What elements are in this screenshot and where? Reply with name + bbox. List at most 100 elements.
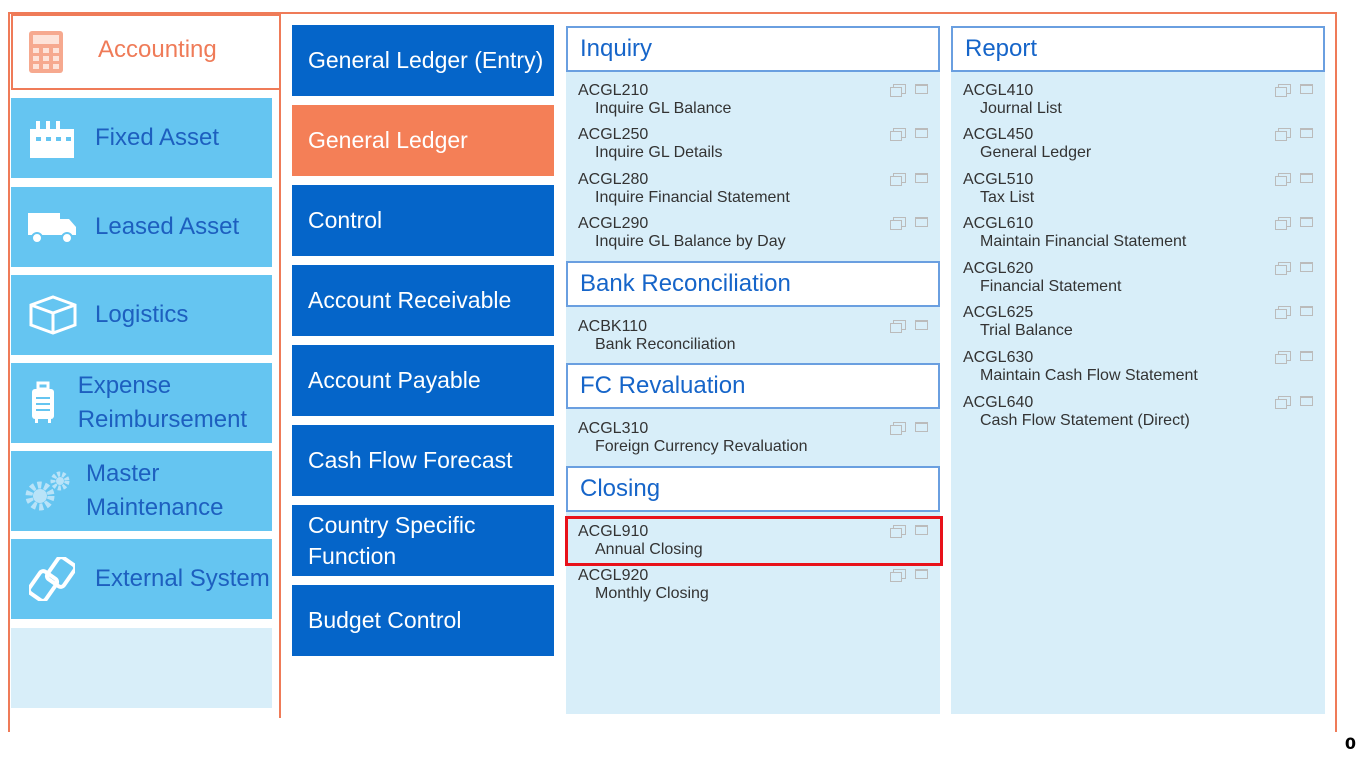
open-new-window-icon[interactable] — [890, 569, 906, 582]
category-country-specific-function[interactable]: Country Specific Function — [292, 505, 554, 576]
calculator-icon — [28, 30, 64, 79]
nav-item-label: Master Maintenance — [86, 460, 224, 521]
function-name: Inquire GL Details — [595, 144, 723, 161]
folder-icon[interactable] — [915, 128, 928, 138]
function-code: ACGL510 — [963, 171, 1034, 188]
open-new-window-icon[interactable] — [890, 422, 906, 435]
nav-item-logistics[interactable]: Logistics — [11, 275, 272, 355]
factory-icon — [21, 113, 83, 163]
nav-item-expense-reimbursement[interactable]: Expense Reimbursement — [11, 363, 272, 443]
nav-item-label: Expense Reimbursement — [77, 372, 248, 433]
folder-icon[interactable] — [1300, 396, 1313, 406]
function-code: ACGL625 — [963, 304, 1034, 321]
open-new-window-icon[interactable] — [1275, 128, 1291, 141]
category-account-payable[interactable]: Account Payable — [292, 345, 554, 416]
function-entry[interactable]: ACGL210 Inquire GL Balance — [566, 82, 940, 126]
function-entry[interactable]: ACGL250 Inquire GL Details — [566, 126, 940, 170]
category-cash-flow-forecast[interactable]: Cash Flow Forecast — [292, 425, 554, 496]
open-new-window-icon[interactable] — [1275, 351, 1291, 364]
box-icon — [21, 290, 83, 340]
nav-item-label: External System — [95, 565, 270, 592]
function-name: Monthly Closing — [595, 585, 709, 602]
section-header-inquiry: Inquiry — [566, 26, 940, 72]
link-icon — [21, 554, 83, 604]
category-account-receivable[interactable]: Account Receivable — [292, 265, 554, 336]
function-entry[interactable]: ACGL280 Inquire Financial Statement — [566, 171, 940, 215]
function-panel-report: Report ACGL410 Journal List ACGL450 Gene… — [951, 26, 1325, 714]
open-new-window-icon[interactable] — [890, 173, 906, 186]
function-code: ACGL630 — [963, 349, 1034, 366]
folder-icon[interactable] — [915, 320, 928, 330]
function-name: Trial Balance — [980, 322, 1073, 339]
function-name: Bank Reconciliation — [595, 336, 736, 353]
category-general-ledger-entry[interactable]: General Ledger (Entry) — [292, 25, 554, 96]
open-new-window-icon[interactable] — [1275, 217, 1291, 230]
function-entry[interactable]: ACGL640 Cash Flow Statement (Direct) — [951, 394, 1325, 438]
function-entry[interactable]: ACGL625 Trial Balance — [951, 304, 1325, 348]
category-budget-control[interactable]: Budget Control — [292, 585, 554, 656]
section-header-report: Report — [951, 26, 1325, 72]
function-entry[interactable]: ACGL290 Inquire GL Balance by Day — [566, 215, 940, 259]
function-name: Maintain Cash Flow Statement — [980, 367, 1198, 384]
function-code: ACGL210 — [578, 82, 649, 99]
nav-item-accounting[interactable]: Accounting — [11, 14, 281, 90]
divider — [11, 88, 281, 90]
folder-icon[interactable] — [915, 173, 928, 183]
function-name: Maintain Financial Statement — [980, 233, 1187, 250]
section-header-bank-reconciliation: Bank Reconciliation — [566, 261, 940, 307]
open-new-window-icon[interactable] — [1275, 84, 1291, 97]
folder-icon[interactable] — [1300, 217, 1313, 227]
function-code: ACBK110 — [578, 318, 648, 335]
nav-item-master-maintenance[interactable]: Master Maintenance — [11, 451, 272, 531]
open-new-window-icon[interactable] — [1275, 396, 1291, 409]
nav-item-label: Accounting — [98, 36, 217, 63]
nav-item-label: Fixed Asset — [95, 124, 220, 151]
function-name: Inquire GL Balance by Day — [595, 233, 786, 250]
function-entry[interactable]: ACBK110 Bank Reconciliation — [566, 318, 940, 362]
function-code: ACGL610 — [963, 215, 1034, 232]
function-entry[interactable]: ACGL620 Financial Statement — [951, 260, 1325, 304]
folder-icon[interactable] — [915, 217, 928, 227]
category-control[interactable]: Control — [292, 185, 554, 256]
folder-icon[interactable] — [1300, 128, 1313, 138]
folder-icon[interactable] — [915, 422, 928, 432]
function-name: Journal List — [980, 100, 1062, 117]
folder-icon[interactable] — [1300, 351, 1313, 361]
open-new-window-icon[interactable] — [890, 128, 906, 141]
nav-item-leased-asset[interactable]: Leased Asset — [11, 187, 272, 267]
function-name: Cash Flow Statement (Direct) — [980, 412, 1190, 429]
folder-icon[interactable] — [915, 84, 928, 94]
open-new-window-icon[interactable] — [890, 217, 906, 230]
function-name: General Ledger — [980, 144, 1092, 161]
open-new-window-icon[interactable] — [890, 320, 906, 333]
section-header-closing: Closing — [566, 466, 940, 512]
nav-item-label: Logistics — [95, 301, 189, 328]
folder-icon[interactable] — [1300, 262, 1313, 272]
function-code: ACGL920 — [578, 567, 649, 584]
function-code: ACGL410 — [963, 82, 1034, 99]
open-new-window-icon[interactable] — [1275, 173, 1291, 186]
folder-icon[interactable] — [1300, 173, 1313, 183]
function-code: ACGL640 — [963, 394, 1034, 411]
nav-item-fixed-asset[interactable]: Fixed Asset — [11, 98, 272, 178]
function-entry[interactable]: ACGL410 Journal List — [951, 82, 1325, 126]
function-code: ACGL290 — [578, 215, 649, 232]
folder-icon[interactable] — [1300, 84, 1313, 94]
function-entry[interactable]: ACGL510 Tax List — [951, 171, 1325, 215]
nav-item-external-system[interactable]: External System — [11, 539, 272, 619]
luggage-icon — [21, 378, 66, 428]
category-general-ledger[interactable]: General Ledger — [292, 105, 554, 176]
gears-icon — [21, 466, 74, 516]
function-entry[interactable]: ACGL630 Maintain Cash Flow Statement — [951, 349, 1325, 393]
open-new-window-icon[interactable] — [1275, 262, 1291, 275]
function-entry[interactable]: ACGL310 Foreign Currency Revaluation — [566, 420, 940, 464]
folder-icon[interactable] — [1300, 306, 1313, 316]
function-entry[interactable]: ACGL450 General Ledger — [951, 126, 1325, 170]
open-new-window-icon[interactable] — [890, 84, 906, 97]
function-entry[interactable]: ACGL610 Maintain Financial Statement — [951, 215, 1325, 259]
open-new-window-icon[interactable] — [1275, 306, 1291, 319]
function-name: Foreign Currency Revaluation — [595, 438, 808, 455]
selection-highlight — [565, 516, 943, 566]
folder-icon[interactable] — [915, 569, 928, 579]
function-entry[interactable]: ACGL920 Monthly Closing — [566, 567, 940, 611]
